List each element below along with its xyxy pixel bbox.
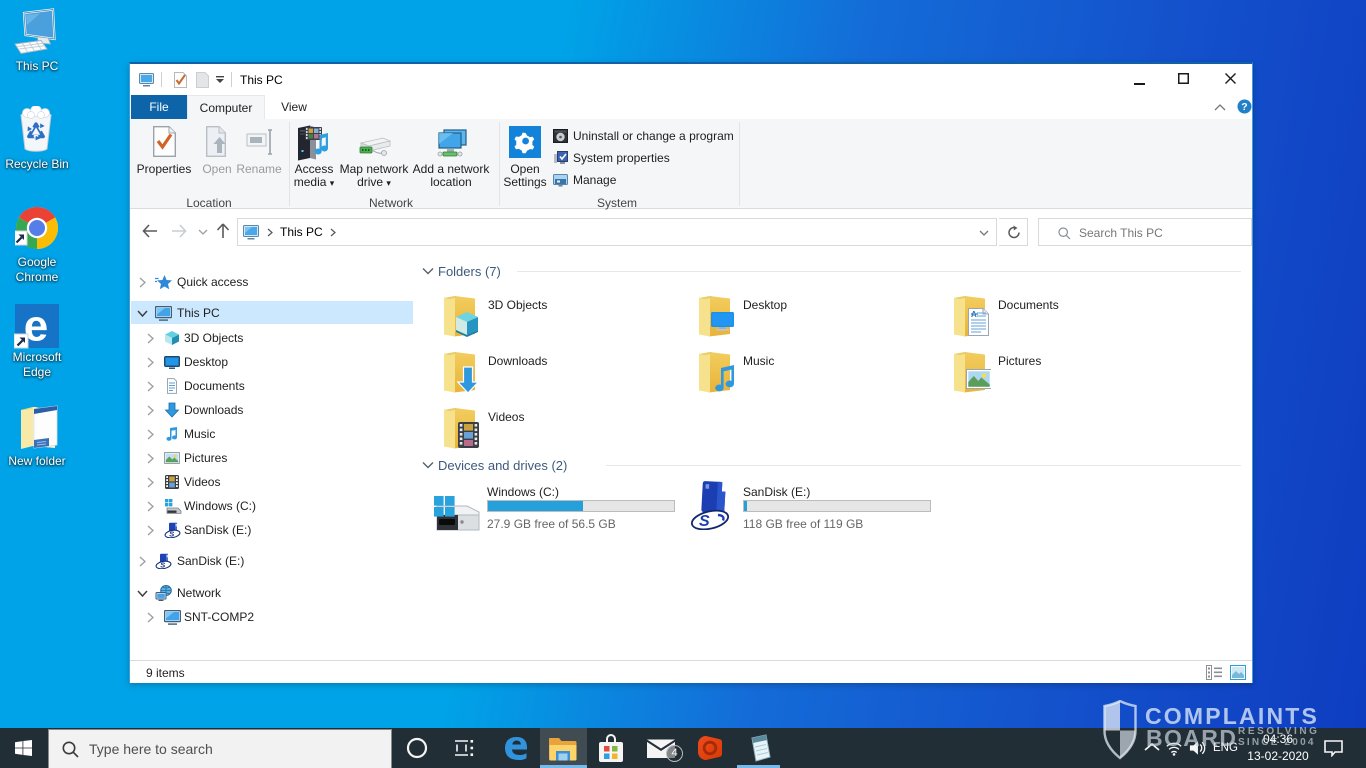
svg-text:S: S [169, 530, 174, 538]
svg-text:?: ? [1241, 101, 1247, 113]
svg-text:A: A [971, 310, 977, 319]
svg-text:S: S [160, 561, 165, 569]
svg-text:S: S [699, 513, 710, 530]
